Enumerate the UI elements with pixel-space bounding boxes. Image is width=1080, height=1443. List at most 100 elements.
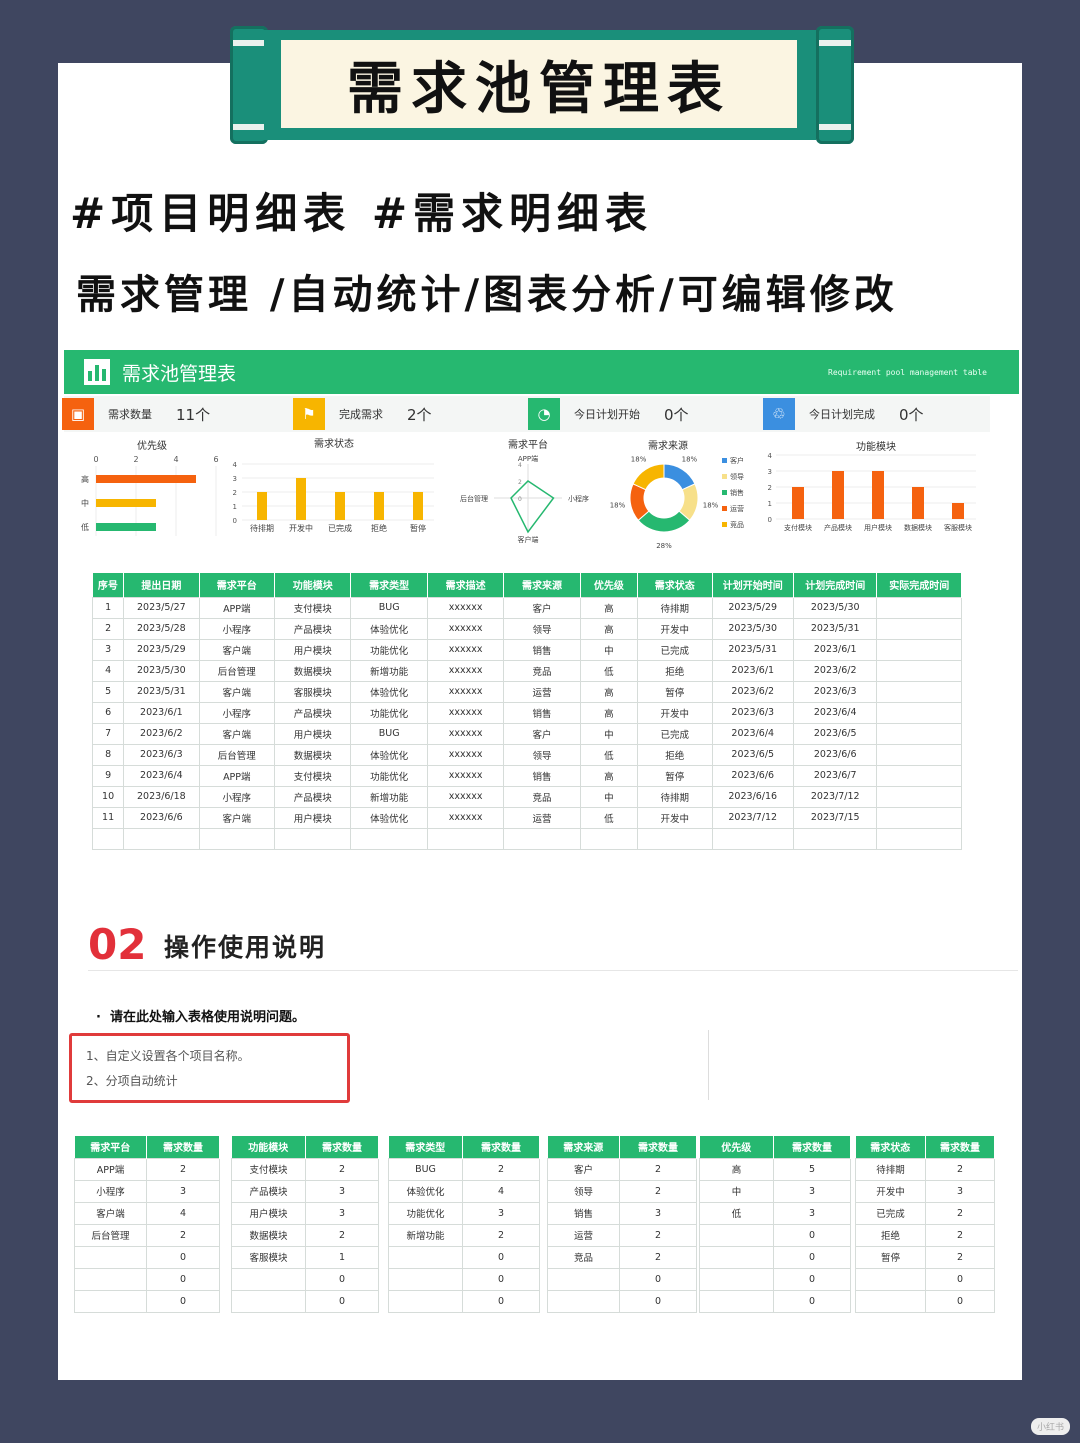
table-cell[interactable]: 竞品 xyxy=(503,785,581,808)
summary-cell[interactable] xyxy=(547,1267,620,1291)
table-cell[interactable]: 客户 xyxy=(503,722,581,745)
table-cell[interactable]: xxxxxx xyxy=(426,722,505,745)
table-row[interactable]: 4 2023/5/30 后台管理 数据模块 新增功能 xxxxxx 竞品低拒绝 2023/6/… xyxy=(91,659,962,682)
summary-row[interactable]: 0 xyxy=(547,1267,697,1291)
summary-row[interactable]: 0 xyxy=(388,1267,540,1291)
summary-row[interactable]: 0 xyxy=(74,1267,220,1291)
summary-row[interactable]: 0 xyxy=(699,1245,851,1269)
summary-cell[interactable]: 2 xyxy=(619,1157,697,1181)
column-header[interactable]: 需求状态 xyxy=(637,573,713,597)
table-cell[interactable]: 数据模块 xyxy=(274,659,352,682)
summary-cell[interactable]: 3 xyxy=(305,1179,379,1203)
summary-row[interactable]: 支付模块 2 xyxy=(231,1157,379,1181)
table-cell[interactable]: 客户端 xyxy=(198,806,276,829)
table-cell[interactable]: 2023/6/2 xyxy=(123,722,200,745)
table-cell[interactable] xyxy=(876,659,962,682)
table-cell[interactable]: xxxxxx xyxy=(426,680,505,703)
table-cell[interactable]: 2023/6/16 xyxy=(711,785,794,808)
column-header[interactable]: 计划开始时间 xyxy=(712,573,794,597)
table-cell[interactable]: 小程序 xyxy=(198,617,276,640)
table-cell[interactable]: 2023/6/5 xyxy=(792,722,878,745)
table-cell[interactable]: 2023/6/1 xyxy=(711,659,794,682)
summary-cell[interactable] xyxy=(231,1289,306,1313)
table-cell[interactable]: 2023/6/7 xyxy=(792,764,878,787)
summary-cell[interactable]: 已完成 xyxy=(855,1201,926,1225)
table-cell[interactable] xyxy=(91,827,125,850)
summary-cell[interactable]: 3 xyxy=(305,1201,379,1225)
table-cell[interactable]: 1 xyxy=(91,596,125,619)
table-cell[interactable] xyxy=(876,701,962,724)
summary-cell[interactable]: 3 xyxy=(619,1201,697,1225)
summary-cell[interactable] xyxy=(74,1289,147,1313)
summary-cell[interactable]: 2 xyxy=(462,1223,540,1247)
table-row[interactable]: 7 2023/6/2 客户端 用户模块 BUG xxxxxx 客户中已完成 2023/6/4 2… xyxy=(91,722,962,745)
summary-row[interactable]: 0 xyxy=(855,1289,995,1313)
summary-cell[interactable] xyxy=(547,1289,620,1313)
summary-cell[interactable]: 客服模块 xyxy=(231,1245,306,1269)
table-cell[interactable]: xxxxxx xyxy=(426,617,505,640)
summary-cell[interactable] xyxy=(231,1267,306,1291)
table-cell[interactable]: 开发中 xyxy=(637,701,713,724)
table-cell[interactable]: APP端 xyxy=(198,764,276,787)
table-cell[interactable]: 中 xyxy=(579,722,639,745)
table-cell[interactable] xyxy=(579,827,639,850)
summary-row[interactable]: 低3 xyxy=(699,1201,851,1225)
table-cell[interactable]: 已完成 xyxy=(637,722,713,745)
table-cell[interactable]: 高 xyxy=(579,596,639,619)
summary-row[interactable]: 拒绝 2 xyxy=(855,1223,995,1247)
table-cell[interactable]: 2023/5/29 xyxy=(711,596,794,619)
summary-row[interactable]: 高5 xyxy=(699,1157,851,1181)
summary-cell[interactable]: 0 xyxy=(619,1289,697,1313)
table-cell[interactable]: 待排期 xyxy=(637,596,713,619)
summary-cell[interactable]: 3 xyxy=(773,1201,851,1225)
table-cell[interactable]: 2023/6/3 xyxy=(123,743,200,766)
table-cell[interactable] xyxy=(637,827,713,850)
summary-row[interactable]: 0 xyxy=(547,1289,697,1313)
summary-cell[interactable] xyxy=(855,1267,926,1291)
table-cell[interactable]: xxxxxx xyxy=(426,743,505,766)
summary-cell[interactable]: 竞品 xyxy=(547,1245,620,1269)
summary-cell[interactable]: APP端 xyxy=(74,1157,147,1181)
summary-cell[interactable]: 用户模块 xyxy=(231,1201,306,1225)
table-cell[interactable]: 竞品 xyxy=(503,659,581,682)
summary-cell[interactable]: 开发中 xyxy=(855,1179,926,1203)
table-cell[interactable]: 客户端 xyxy=(198,680,276,703)
summary-cell[interactable]: 拒绝 xyxy=(855,1223,926,1247)
table-cell[interactable]: 2023/6/4 xyxy=(792,701,878,724)
summary-cell[interactable]: 低 xyxy=(699,1201,774,1225)
summary-cell[interactable]: 1 xyxy=(305,1245,379,1269)
summary-cell[interactable] xyxy=(699,1289,774,1313)
table-cell[interactable]: 2023/5/30 xyxy=(792,596,878,619)
table-row[interactable]: 5 2023/5/31 客户端 客服模块 体验优化 xxxxxx 运营高暂停 2023/6/2… xyxy=(91,680,962,703)
summary-row[interactable]: 0 xyxy=(699,1267,851,1291)
table-cell[interactable]: xxxxxx xyxy=(426,806,505,829)
summary-cell[interactable] xyxy=(388,1289,463,1313)
table-cell[interactable]: 拒绝 xyxy=(637,743,713,766)
table-row[interactable]: 6 2023/6/1 小程序 产品模块 功能优化 xxxxxx 销售高开发中 2023/6/3… xyxy=(91,701,962,724)
table-cell[interactable] xyxy=(426,827,505,850)
table-cell[interactable]: 2023/6/5 xyxy=(711,743,794,766)
summary-cell[interactable]: 3 xyxy=(462,1201,540,1225)
table-cell[interactable]: 后台管理 xyxy=(198,659,276,682)
table-cell[interactable]: 用户模块 xyxy=(274,806,352,829)
table-cell[interactable]: 高 xyxy=(579,680,639,703)
summary-cell[interactable]: 0 xyxy=(146,1245,220,1269)
table-cell[interactable]: 客户端 xyxy=(198,722,276,745)
summary-cell[interactable]: 0 xyxy=(773,1289,851,1313)
summary-cell[interactable]: 4 xyxy=(462,1179,540,1203)
table-cell[interactable]: 体验优化 xyxy=(350,806,428,829)
table-cell[interactable]: 中 xyxy=(579,638,639,661)
summary-row[interactable]: 用户模块 3 xyxy=(231,1201,379,1225)
table-cell[interactable] xyxy=(876,806,962,829)
summary-cell[interactable]: 4 xyxy=(146,1201,220,1225)
summary-row[interactable]: 数据模块 2 xyxy=(231,1223,379,1247)
table-cell[interactable]: 2023/5/30 xyxy=(711,617,794,640)
table-cell[interactable]: 2023/6/2 xyxy=(792,659,878,682)
summary-row[interactable]: 体验优化 4 xyxy=(388,1179,540,1203)
table-cell[interactable]: 开发中 xyxy=(637,806,713,829)
table-row[interactable]: 9 2023/6/4 APP端 支付模块 功能优化 xxxxxx 销售高暂停 2023/6/6… xyxy=(91,764,962,787)
table-cell[interactable]: 产品模块 xyxy=(274,785,352,808)
table-cell[interactable] xyxy=(876,596,962,619)
table-cell[interactable]: BUG xyxy=(350,722,428,745)
table-cell[interactable]: 支付模块 xyxy=(274,764,352,787)
